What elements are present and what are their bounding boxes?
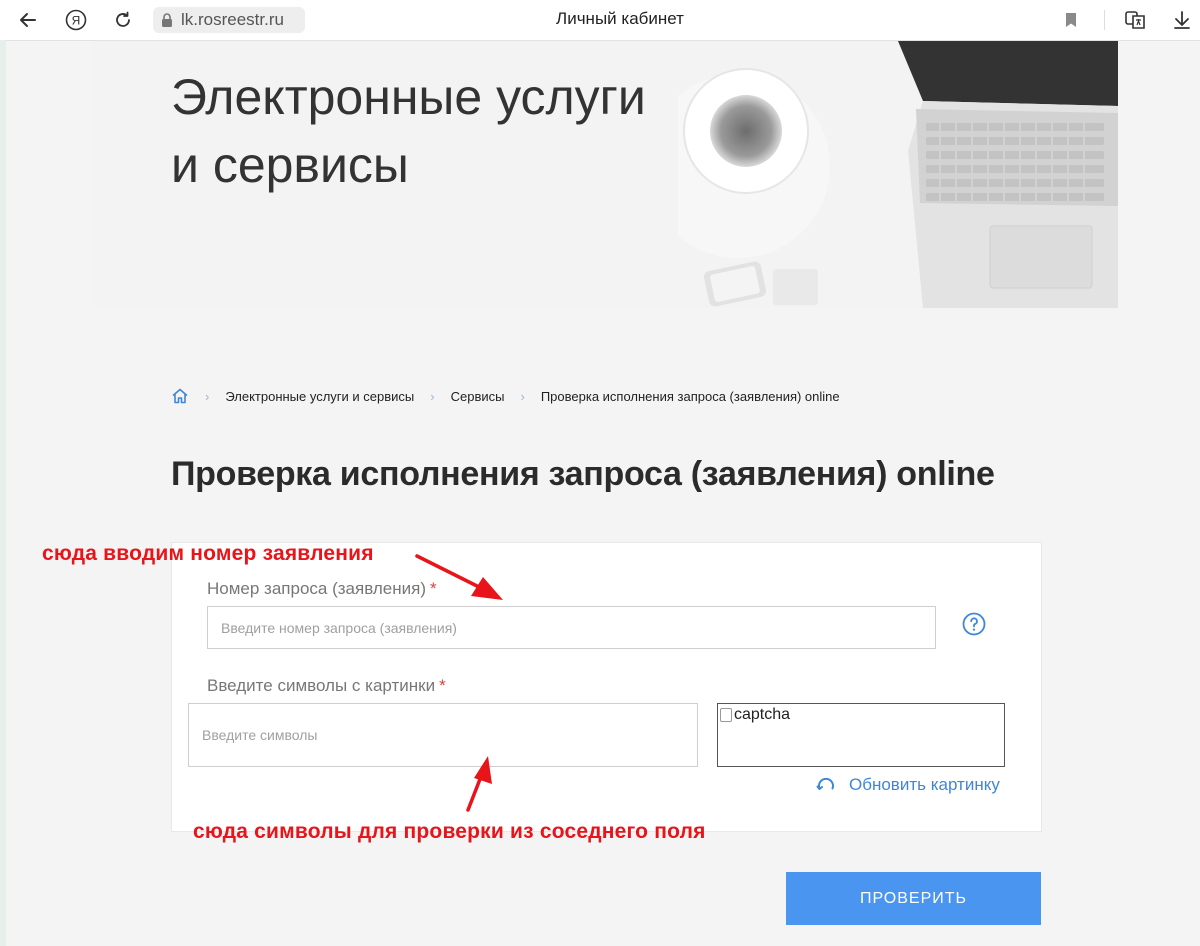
home-icon[interactable] <box>171 387 189 405</box>
refresh-icon <box>816 777 834 790</box>
window-edge <box>0 40 6 946</box>
required-mark: * <box>439 676 446 695</box>
broken-image-icon <box>720 708 732 722</box>
svg-text:Я: Я <box>72 14 81 28</box>
annotation-bottom: сюда символы для проверки из соседнего п… <box>193 820 706 843</box>
refresh-captcha-link[interactable]: Обновить картинку <box>815 772 1000 798</box>
page-title: Проверка исполнения запроса (заявления) … <box>171 455 995 493</box>
browser-toolbar: Я lk.rosreestr.ru Личный кабинет <box>0 0 1200 41</box>
url-text: lk.rosreestr.ru <box>181 10 284 29</box>
translate-icon[interactable] <box>1123 8 1147 32</box>
download-icon[interactable] <box>1170 8 1194 32</box>
hero-banner: Электронные услуги и сервисы <box>94 41 1118 308</box>
captcha-input[interactable] <box>188 703 698 767</box>
reload-icon[interactable] <box>111 8 135 32</box>
back-arrow-icon[interactable] <box>16 8 40 32</box>
yandex-logo-icon[interactable]: Я <box>64 8 88 32</box>
chevron-right-icon: › <box>520 388 525 404</box>
annotation-arrow-right-icon <box>415 554 503 600</box>
chevron-right-icon: › <box>205 388 210 404</box>
toolbar-divider <box>1104 10 1105 30</box>
refresh-captcha-label: Обновить картинку <box>849 775 1000 794</box>
annotation-top: сюда вводим номер заявления <box>42 542 374 565</box>
annotation-arrow-up-icon <box>466 756 492 812</box>
breadcrumb-item-services[interactable]: Сервисы <box>451 389 505 404</box>
bookmark-icon[interactable] <box>1059 8 1083 32</box>
address-bar[interactable]: lk.rosreestr.ru <box>153 7 305 33</box>
help-icon[interactable] <box>962 612 986 636</box>
breadcrumb: › Электронные услуги и сервисы › Сервисы… <box>171 384 840 408</box>
captcha-label: Введите символы с картинки * <box>207 676 446 695</box>
lock-icon <box>159 12 175 28</box>
breadcrumb-item-current: Проверка исполнения запроса (заявления) … <box>540 388 840 404</box>
chevron-right-icon: › <box>430 388 435 404</box>
captcha-image: captcha <box>717 703 1005 767</box>
breadcrumb-item-services-section[interactable]: Электронные услуги и сервисы <box>225 389 414 404</box>
captcha-alt-text: captcha <box>734 706 791 723</box>
laptop-coffee-illustration <box>678 41 1118 308</box>
hero-title: Электронные услуги и сервисы <box>171 69 646 193</box>
request-number-label: Номер запроса (заявления) * <box>207 579 437 598</box>
check-button[interactable]: ПРОВЕРИТЬ <box>786 872 1041 925</box>
request-number-input[interactable] <box>207 606 936 649</box>
